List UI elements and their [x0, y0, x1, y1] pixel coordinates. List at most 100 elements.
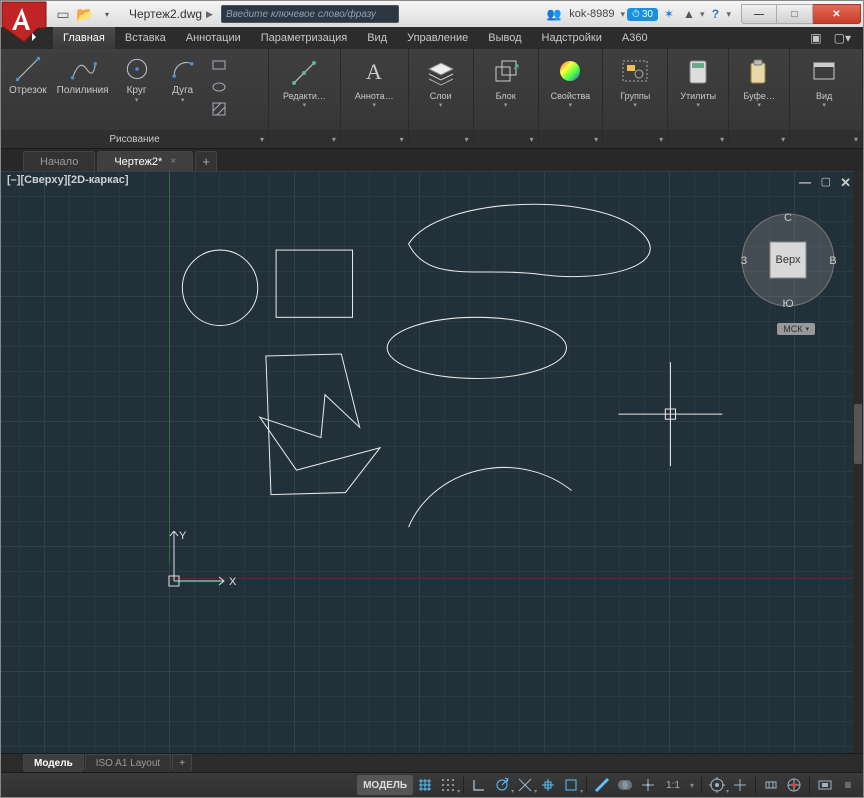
status-bar: МОДЕЛЬ ▾ ▾ ▾ ▾ 1:1▾ ▾ ≡	[1, 772, 863, 797]
ribbon-panel-view[interactable]: Вид▾ ▾	[790, 49, 863, 148]
tab-manage[interactable]: Управление	[397, 27, 478, 49]
isodraft-toggle[interactable]: ▾	[514, 775, 536, 795]
lineweight-toggle[interactable]	[591, 775, 613, 795]
ribbon-tabs: Главная Вставка Аннотации Параметризация…	[1, 27, 863, 49]
search-input[interactable]: Введите ключевое слово/фразу	[221, 5, 399, 23]
tab-insert[interactable]: Вставка	[115, 27, 176, 49]
panel-title-draw[interactable]: Рисование▾	[1, 130, 268, 148]
rectangle-icon[interactable]	[209, 55, 229, 75]
workspace-switch[interactable]: ▾	[706, 775, 728, 795]
qat-dropdown-icon[interactable]: ▾	[99, 6, 115, 22]
crosshair-cursor	[618, 362, 722, 466]
tab-annotate[interactable]: Аннотации	[176, 27, 251, 49]
isolate-objects[interactable]	[814, 775, 836, 795]
customization-menu[interactable]: ≡	[837, 775, 859, 795]
a360-dropdown[interactable]: ▾	[700, 9, 705, 20]
units-toggle[interactable]	[760, 775, 782, 795]
app-logo-icon[interactable]	[0, 0, 48, 44]
infocenter-icon[interactable]: 👥	[545, 5, 563, 23]
autodesk-icon[interactable]: ▲	[680, 5, 698, 23]
svg-text:X: X	[229, 576, 237, 588]
shape-polygon	[260, 354, 380, 495]
shape-bean	[409, 204, 651, 276]
doc-tab-start[interactable]: Начало	[23, 151, 95, 171]
tab-a360[interactable]: A360	[612, 27, 658, 49]
tab-home[interactable]: Главная	[53, 27, 115, 49]
ribbon-panel-groups[interactable]: Группы▾ ▾	[603, 49, 668, 148]
minimize-button[interactable]: —	[741, 4, 777, 24]
svg-text:В: В	[829, 255, 836, 267]
title-bar: ▭ 📂 ▾ Чертеж2.dwg ▶ Введите ключевое сло…	[1, 1, 863, 27]
user-name[interactable]: kok-8989	[565, 8, 618, 20]
ortho-toggle[interactable]	[468, 775, 490, 795]
ellipse-icon[interactable]	[209, 77, 229, 97]
doc-tab-drawing2[interactable]: Чертеж2*×	[97, 151, 193, 171]
drawing-canvas[interactable]: [–][Сверху][2D-каркас] — ▢ ✕	[1, 171, 863, 753]
featured-apps-icon[interactable]: ▣	[808, 31, 823, 45]
help-icon[interactable]: ?	[706, 5, 724, 23]
view-cube[interactable]: Верх С Ю В З	[733, 205, 843, 315]
object-snap-toggle[interactable]: ▾	[560, 775, 582, 795]
vertical-scrollbar[interactable]	[853, 171, 863, 753]
quick-access-toolbar: ▭ 📂 ▾	[55, 6, 115, 22]
polyline-button[interactable]: Полилиния	[53, 53, 113, 98]
ribbon-panel-layers[interactable]: Слои▾ ▾	[409, 49, 474, 148]
tab-addins[interactable]: Надстройки	[532, 27, 612, 49]
new-tab-button[interactable]: +	[195, 151, 217, 171]
ribbon-panel-properties[interactable]: Свойства▾ ▾	[539, 49, 604, 148]
model-space-button[interactable]: МОДЕЛЬ	[357, 775, 413, 795]
tab-view[interactable]: Вид	[357, 27, 397, 49]
layout-tab-model[interactable]: Модель	[23, 754, 84, 772]
arc-button[interactable]: Дуга ▾	[161, 53, 205, 106]
app-window: ▭ 📂 ▾ Чертеж2.dwg ▶ Введите ключевое сло…	[0, 0, 864, 798]
grid-toggle[interactable]	[414, 775, 436, 795]
trial-badge[interactable]: ⏱30	[627, 8, 658, 21]
document-tab-bar: Начало Чертеж2*× +	[1, 149, 863, 171]
layout-tab-iso[interactable]: ISO A1 Layout	[85, 754, 172, 772]
circle-button[interactable]: Круг ▾	[115, 53, 159, 106]
ribbon-panel-modify[interactable]: Редакти…▾ ▾	[269, 49, 341, 148]
new-file-icon[interactable]: ▭	[55, 6, 71, 22]
maximize-button[interactable]: □	[777, 4, 813, 24]
ucs-icon[interactable]: X Y	[159, 531, 239, 611]
ribbon-panel-annotation[interactable]: A Аннота…▾ ▾	[341, 49, 409, 148]
ribbon-minimize-icon[interactable]: ▢▾	[832, 31, 853, 45]
shape-circle	[182, 250, 257, 325]
ribbon-panel-block[interactable]: Блок▾ ▾	[474, 49, 539, 148]
svg-text:З: З	[741, 255, 748, 267]
help-dropdown[interactable]: ▾	[726, 9, 731, 20]
close-button[interactable]: ✕	[813, 4, 861, 24]
osnap-toggle[interactable]	[537, 775, 559, 795]
exchange-icon[interactable]: ✶	[660, 5, 678, 23]
ribbon-panel-clipboard[interactable]: Буфе…▾ ▾	[729, 49, 790, 148]
quick-properties[interactable]	[783, 775, 805, 795]
annotation-monitor[interactable]	[729, 775, 751, 795]
line-button[interactable]: Отрезок	[5, 53, 51, 98]
polar-toggle[interactable]: ▾	[491, 775, 513, 795]
close-tab-icon[interactable]: ×	[170, 156, 176, 167]
shape-arc	[409, 467, 572, 527]
ribbon: Отрезок Полилиния Круг ▾ Дуга ▾	[1, 49, 863, 149]
snap-toggle[interactable]: ▾	[437, 775, 459, 795]
ucs-dropdown[interactable]: МСК▾	[777, 323, 815, 335]
open-file-icon[interactable]: 📂	[77, 6, 93, 22]
scale-dropdown[interactable]: ▾	[687, 775, 697, 795]
layout-tab-bar: Модель ISO A1 Layout +	[1, 753, 863, 772]
draw-extra-column	[207, 53, 231, 121]
svg-text:Верх: Верх	[776, 254, 801, 266]
tab-output[interactable]: Вывод	[478, 27, 531, 49]
shape-ellipse	[387, 317, 566, 378]
user-dropdown[interactable]: ▾	[620, 9, 625, 20]
cycling-toggle[interactable]	[637, 775, 659, 795]
ribbon-panel-utilities[interactable]: Утилиты▾ ▾	[668, 49, 729, 148]
svg-text:Ю: Ю	[782, 298, 793, 310]
layout-add-button[interactable]: +	[172, 754, 192, 772]
recent-docs-dropdown[interactable]: ▶	[206, 9, 213, 20]
hatch-icon[interactable]	[209, 99, 229, 119]
annotation-scale[interactable]: 1:1	[660, 775, 686, 795]
svg-text:A: A	[366, 59, 382, 84]
svg-text:С: С	[784, 212, 792, 224]
tab-parametric[interactable]: Параметризация	[251, 27, 357, 49]
svg-text:Y: Y	[179, 531, 187, 542]
transparency-toggle[interactable]	[614, 775, 636, 795]
